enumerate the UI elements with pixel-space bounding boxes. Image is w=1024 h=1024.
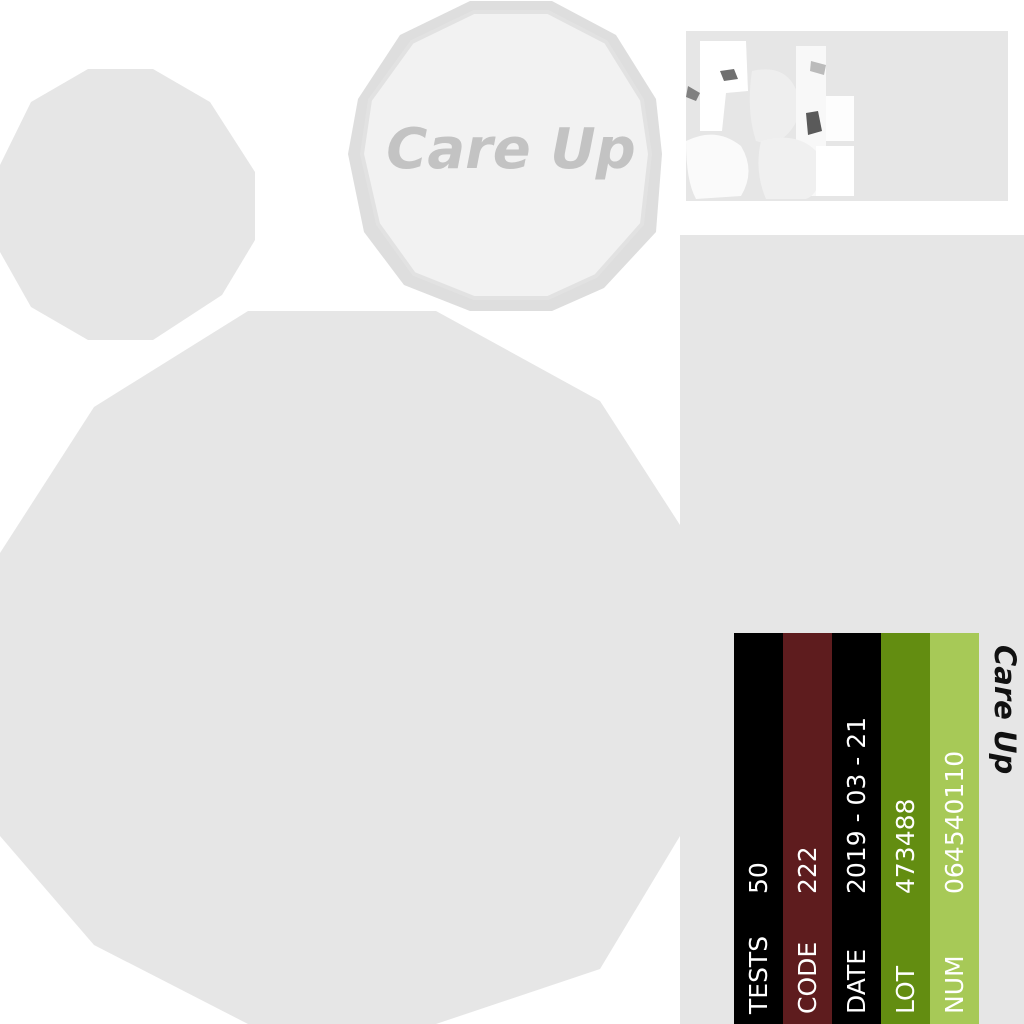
stripe-label: LOT	[891, 966, 920, 1014]
stripe-value: 2019 - 03 - 21	[842, 716, 871, 894]
texture-atlas: Care Up TESTS 50 CODE 222 DATE 2019 - 03…	[0, 0, 1024, 1024]
label-stripe-num: NUM 064540110	[930, 633, 979, 1024]
stripe-value: 064540110	[940, 750, 969, 894]
stripe-value: 50	[744, 862, 773, 894]
stripe-label: NUM	[940, 955, 969, 1014]
top-panel	[686, 31, 1008, 201]
stripe-label: DATE	[842, 948, 871, 1014]
stripe-value: 222	[793, 846, 822, 894]
large-decagon	[0, 311, 680, 1024]
label-stripe-lot: LOT 473488	[881, 633, 930, 1024]
side-brand-logo: Care Up	[985, 645, 1024, 795]
cap-logo-text: Care Up	[386, 116, 636, 182]
stripe-label: TESTS	[744, 935, 773, 1014]
side-brand-text: Care Up	[988, 645, 1022, 775]
label-stripe-tests: TESTS 50	[734, 633, 783, 1024]
label-stripe-code: CODE 222	[783, 633, 832, 1024]
label-stripe-date: DATE 2019 - 03 - 21	[832, 633, 881, 1024]
white-fragments	[686, 41, 854, 199]
stripe-value: 473488	[891, 798, 920, 894]
stripe-label: CODE	[793, 941, 822, 1014]
small-decagon	[0, 69, 255, 340]
